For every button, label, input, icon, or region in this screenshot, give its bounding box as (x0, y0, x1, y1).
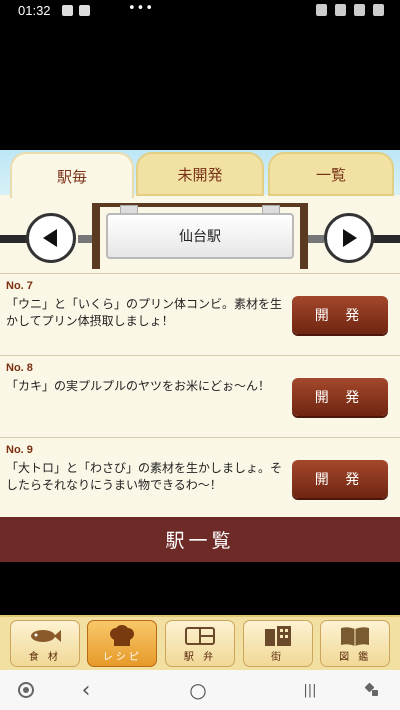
develop-button[interactable]: 開 発 (292, 378, 388, 416)
develop-button[interactable]: 開 発 (292, 460, 388, 498)
back-button[interactable]: ‹ (76, 678, 96, 703)
recipe-item: No. 9 「大トロ」と「わさび」の素材を生かしましょ。そしたらそれなりにうまい… (0, 437, 400, 517)
recents-button[interactable]: ||| (296, 680, 324, 700)
system-nav-bar: ‹ ○ ||| (0, 670, 400, 710)
rail-right (372, 235, 400, 243)
develop-button[interactable]: 開 発 (292, 296, 388, 334)
menu-encyclopedia[interactable]: 図 鑑 (320, 620, 391, 667)
mute-icon (316, 4, 327, 16)
menu-label: 図 鑑 (339, 652, 372, 663)
station-name: 仙台駅 (106, 213, 294, 259)
menu-town[interactable]: 街 (242, 620, 313, 667)
news-icon (79, 5, 90, 16)
tab-label: 一覧 (315, 165, 346, 184)
bento-icon (184, 627, 215, 645)
menu-ingredients[interactable]: 食 材 (9, 620, 80, 667)
signal-icon (354, 4, 365, 16)
rotate-glyph-icon (364, 682, 378, 696)
tab-label: 未開発 (177, 165, 223, 184)
assistant-icon[interactable] (16, 680, 36, 700)
menu-label: 駅 弁 (183, 652, 217, 663)
more-notifications-icon: ••• (128, 1, 155, 16)
next-station-button[interactable] (324, 213, 374, 263)
recipe-item: No. 8 「カキ」の実プルプルのヤツをお米にどぉ〜ん！ 開 発 (0, 355, 400, 435)
tab-undeveloped[interactable]: 未開発 (136, 152, 264, 196)
arrow-left-icon (43, 229, 57, 247)
recipe-description: 「大トロ」と「わさび」の素材を生かしましょ。そしたらそれなりにうまい物できるわ〜… (6, 461, 283, 492)
recipe-description: 「カキ」の実プルプルのヤツをお米にどぉ〜ん！ (6, 379, 271, 393)
recipe-number: No. 7 (6, 280, 33, 292)
chef-hat-icon (110, 625, 135, 646)
image-icon (62, 5, 73, 16)
status-time: 01:32 (18, 3, 51, 18)
menu-label: 街 (271, 652, 285, 663)
tab-label: 駅毎 (56, 167, 87, 186)
wifi-icon (335, 4, 346, 16)
battery-icon (373, 4, 384, 16)
sign-post-left (92, 203, 100, 269)
menu-label: 食 材 (28, 652, 61, 663)
tab-list[interactable]: 一覧 (268, 152, 394, 196)
building-icon (264, 626, 291, 646)
recipe-number: No. 8 (6, 362, 33, 374)
sign-post-right (300, 203, 308, 269)
system-icons (316, 4, 384, 16)
book-icon (341, 627, 370, 646)
menu-label: レシピ (102, 652, 142, 663)
recipe-item: No. 7 「ウニ」と「いくら」のプリン体コンビ。素材を生かしてプリン体摂取しま… (0, 273, 400, 353)
bottom-menu: 食 材 レシピ 駅 弁 街 図 鑑 (0, 615, 400, 670)
station-list-button[interactable]: 駅一覧 (0, 517, 400, 562)
rotate-icon[interactable] (362, 680, 382, 700)
tab-per-station[interactable]: 駅毎 (10, 152, 134, 198)
recipe-number: No. 9 (6, 444, 33, 456)
fish-icon (30, 630, 61, 642)
assistant-glyph-icon (18, 682, 34, 698)
station-sign: 仙台駅 (92, 203, 308, 269)
recipe-screen: 駅毎 未開発 一覧 仙台駅 No. 7 「ウニ」と「いくら」のプリン体コンビ。素… (0, 150, 400, 562)
rail-left (0, 235, 28, 243)
status-bar: 01:32 ••• (0, 0, 400, 22)
recipe-description: 「ウニ」と「いくら」のプリン体コンビ。素材を生かしてプリン体摂取しましょ！ (6, 297, 283, 328)
menu-recipe[interactable]: レシピ (87, 620, 158, 667)
menu-bento[interactable]: 駅 弁 (164, 620, 235, 667)
arrow-right-icon (343, 229, 357, 247)
rail-inner-right (306, 235, 324, 243)
home-button[interactable]: ○ (188, 678, 208, 702)
prev-station-button[interactable] (26, 213, 76, 263)
notification-icons (62, 5, 90, 16)
